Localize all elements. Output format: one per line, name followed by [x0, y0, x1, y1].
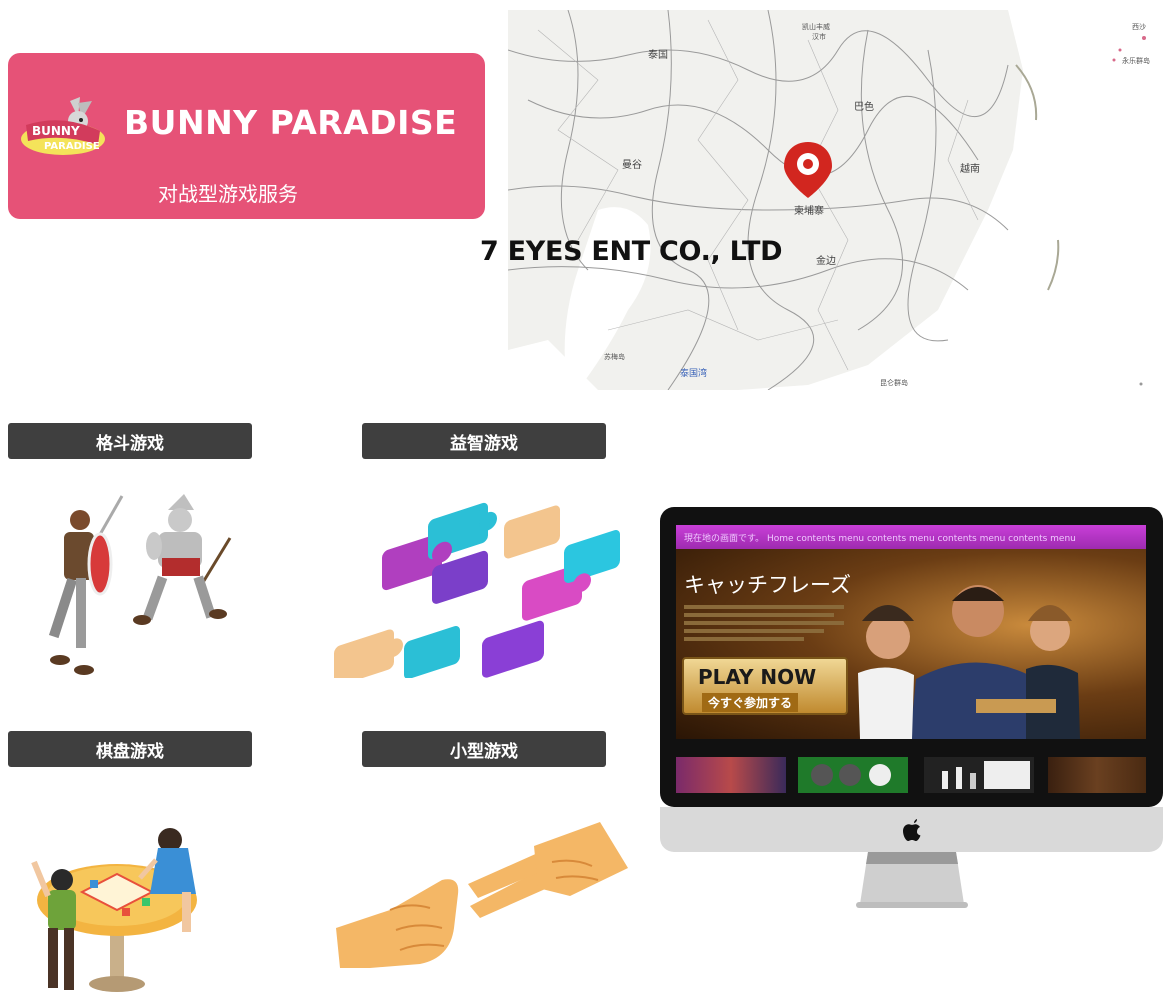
map-label-pakse: 巴色 [854, 102, 874, 113]
thumbnail-table[interactable] [1048, 757, 1146, 793]
map-background [508, 10, 1163, 390]
page: BUNNY PARADISE BUNNY PARADISE 对战型游戏服务 泰国… [0, 0, 1163, 1007]
fighting-warriors-icon [48, 494, 232, 675]
category-board-label: 棋盘游戏 [8, 731, 252, 767]
thumbnail-cards[interactable] [676, 757, 786, 793]
map-label-xisha: 西沙 [1132, 23, 1146, 31]
map-label-paracel: 永乐群岛 [1122, 57, 1150, 65]
map-label-kaishan-1: 凯山丰威 [802, 23, 830, 31]
website-nav: 現在地の画面です。 Home contents menu contents me… [676, 525, 1146, 549]
bunny-paradise-logo-icon: BUNNY PARADISE [21, 97, 105, 155]
play-now-button[interactable]: PLAY NOW 今すぐ参加する [682, 657, 848, 715]
play-now-sublabel: 今すぐ参加する [702, 693, 799, 712]
map-label-phnom-penh: 金边 [816, 256, 836, 267]
category-casual-label: 小型游戏 [362, 731, 606, 767]
game-thumbnails [676, 757, 1146, 797]
map-label-vietnam: 越南 [960, 164, 980, 175]
category-fighting-label: 格斗游戏 [8, 423, 252, 459]
play-now-label: PLAY NOW [698, 665, 817, 689]
thumbnail-billiards[interactable] [798, 757, 908, 793]
catchphrase: キャッチフレーズ [684, 573, 851, 597]
apple-logo-icon [903, 819, 921, 841]
svg-text:BUNNY: BUNNY [32, 124, 80, 138]
company-name: 7 EYES ENT CO., LTD [480, 236, 783, 267]
location-map: 泰国 曼谷 巴色 越南 柬埔寨 金边 泰国湾 苏梅岛 凯山丰威 汉市 昆仑群岛 … [508, 10, 1163, 390]
monitor-screen: 現在地の画面です。 Home contents menu contents me… [676, 525, 1146, 801]
map-label-cambodia: 柬埔寨 [794, 206, 824, 217]
map-label-thailand: 泰国 [648, 50, 668, 61]
map-label-islands: 昆仑群岛 [880, 379, 908, 387]
map-label-surat: 苏梅岛 [604, 353, 625, 361]
desktop-monitor: 現在地の画面です。 Home contents menu contents me… [660, 507, 1163, 908]
svg-text:PARADISE: PARADISE [44, 141, 100, 152]
puzzle-pieces-icon [334, 502, 620, 678]
monitor-stand [856, 852, 968, 908]
map-label-kaishan-2: 汉市 [812, 33, 826, 41]
hero-small-text [684, 605, 854, 641]
rock-paper-scissors-icon [336, 822, 628, 968]
map-label-bangkok: 曼谷 [622, 160, 642, 171]
map-label-gulf: 泰国湾 [680, 369, 708, 379]
brand-banner: BUNNY PARADISE BUNNY PARADISE 对战型游戏服务 [8, 53, 485, 219]
board-game-icon [31, 828, 197, 992]
category-puzzle-label: 益智游戏 [362, 423, 606, 459]
website-hero: キャッチフレーズ PLAY NOW 今すぐ参加する [676, 549, 1146, 739]
brand-subtitle: 对战型游戏服务 [158, 182, 298, 206]
thumbnail-chess[interactable] [924, 757, 1034, 793]
monitor-chin [660, 807, 1163, 852]
brand-title: BUNNY PARADISE [124, 103, 458, 142]
